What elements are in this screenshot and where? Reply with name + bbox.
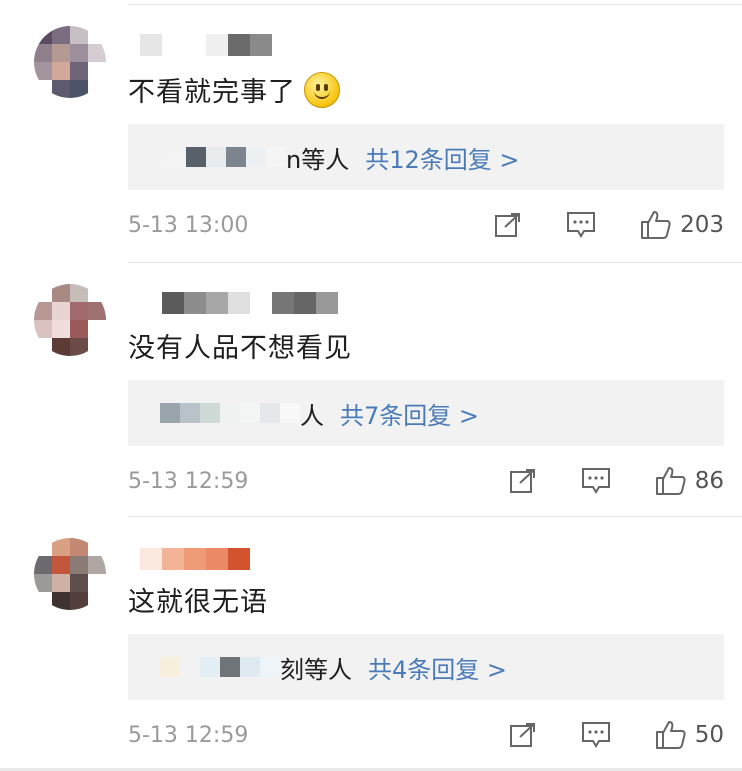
like-count: 203 [680,212,724,238]
smiley-emoji-icon [304,71,340,108]
avatar[interactable] [34,26,106,98]
comment-meta: 5-13 12:59 50 [128,720,724,750]
comment-icon[interactable] [566,211,596,239]
timestamp: 5-13 12:59 [128,722,249,748]
username-blurred[interactable] [140,34,272,56]
reply-users-blurred [160,657,280,677]
top-divider [128,4,742,5]
avatar[interactable] [34,538,106,610]
timestamp: 5-13 12:59 [128,468,249,494]
thumbs-up-icon [655,466,687,496]
reply-names: 人 [300,401,324,430]
like-count: 86 [694,468,724,494]
timestamp: 5-13 13:00 [128,212,249,238]
thumbs-up-icon [640,210,672,240]
like-count: 50 [694,722,724,748]
reply-names: 刻等人 [280,655,352,684]
comment-meta: 5-13 12:59 86 [128,466,724,496]
reply-users-blurred [166,147,286,167]
avatar[interactable] [34,284,106,356]
like-button[interactable]: 86 [655,466,724,496]
username-blurred[interactable] [140,548,250,570]
reply-names: n等人 [286,145,350,174]
reply-count-link[interactable]: 共12条回复 > [365,140,519,175]
comment-text: 没有人品不想看见 [128,333,352,364]
reply-summary[interactable]: 刻等人 共4条回复 > [128,634,724,700]
comment-divider [128,262,742,263]
comment-meta: 5-13 13:00 203 [128,210,724,240]
reply-summary[interactable]: 人 共7条回复 > [128,380,724,446]
reply-users-blurred [160,403,300,423]
reply-summary[interactable]: n等人 共12条回复 > [128,124,724,190]
share-icon[interactable] [509,468,537,494]
comment-icon[interactable] [581,467,611,495]
comment-divider [128,516,742,517]
share-icon[interactable] [509,722,537,748]
reply-count-link[interactable]: 共4条回复 > [368,650,507,685]
comment-icon[interactable] [581,721,611,749]
share-icon[interactable] [494,212,522,238]
comment-text: 不看就完事了 [128,70,340,109]
reply-count-link[interactable]: 共7条回复 > [340,396,479,431]
username-blurred[interactable] [140,292,338,314]
like-button[interactable]: 50 [655,720,724,750]
like-button[interactable]: 203 [640,210,724,240]
thumbs-up-icon [655,720,687,750]
comment-text: 这就很无语 [128,587,268,618]
